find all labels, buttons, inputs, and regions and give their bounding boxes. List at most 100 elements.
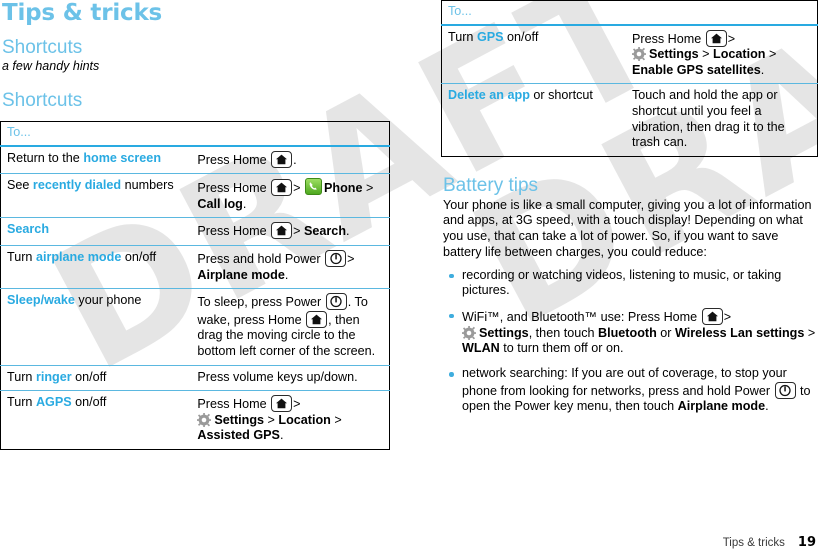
action-enable-gps-label: Enable GPS satellites — [631, 62, 761, 77]
gear-icon — [197, 412, 212, 427]
power-icon — [325, 293, 347, 311]
table-heading-shortcuts: Shortcuts — [2, 90, 83, 111]
action-cell: Press Home > Settings > Location > Assis… — [191, 390, 390, 450]
section-subtitle: a few handy hints — [2, 59, 100, 73]
action-text-tail: . — [279, 428, 284, 443]
action-cell: To sleep, press Power . To wake, press H… — [191, 288, 390, 366]
action-location-label: Location — [713, 47, 766, 62]
separator-gt: > — [293, 397, 301, 412]
wireless-lan-settings-label: Wireless Lan settings — [674, 325, 805, 340]
task-text-plain: Turn — [448, 29, 477, 44]
home-icon — [271, 395, 293, 413]
wlan-label: WLAN — [462, 341, 500, 356]
list-item: recording or watching videos, listening … — [443, 268, 818, 299]
action-cell: Press and hold Power > Airplane mode. — [191, 244, 390, 289]
action-text: Press Home — [197, 152, 267, 167]
separator-gt-3: > — [330, 412, 342, 427]
bullet-text-mid: , then touch — [528, 325, 599, 340]
task-text-highlight: Search — [7, 222, 50, 237]
page-footer: Tips & tricks 19 — [723, 535, 816, 550]
action-cell: Press Home > Settings > Location > Enabl… — [625, 23, 818, 84]
home-icon — [306, 310, 328, 328]
action-text-tail: . — [346, 224, 350, 239]
bluetooth-label: Bluetooth — [598, 325, 657, 340]
shortcuts-table: To... Return to the home screen Press Ho… — [0, 121, 390, 450]
footer-chapter-label: Tips & tricks — [722, 537, 785, 549]
settings-label: Settings — [479, 325, 529, 340]
task-cell: Turn AGPS on/off — [0, 390, 192, 450]
action-text: To sleep, press Power — [197, 295, 322, 310]
home-icon — [271, 179, 293, 197]
task-cell: Sleep/wake your phone — [0, 288, 192, 366]
bullet-text: network searching: If you are out of cov… — [462, 366, 787, 398]
action-text-tail: . — [242, 196, 247, 211]
bullet-text-or: or — [656, 325, 675, 340]
table-row: Turn GPS on/off Press Home > Settings > … — [441, 23, 818, 84]
table-row: See recently dialed numbers Press Home >… — [0, 173, 390, 218]
task-text-highlight: Sleep/wake — [7, 293, 75, 308]
table-row: Delete an app or shortcut Touch and hold… — [441, 83, 818, 157]
action-phone-label: Phone — [324, 181, 363, 196]
bullet-text: recording or watching videos, listening … — [462, 267, 782, 298]
separator-gt: > — [727, 31, 736, 46]
action-cell: Press volume keys up/down. — [191, 364, 390, 391]
gear-icon — [462, 325, 476, 340]
task-cell: Turn GPS on/off — [441, 23, 626, 84]
section-heading-battery: Battery tips — [443, 174, 539, 196]
action-text: Press Home — [197, 181, 267, 196]
task-cell: Return to the home screen — [0, 144, 192, 174]
task-text-plain-2: on/off — [503, 29, 539, 44]
page-title: Tips & tricks — [2, 0, 163, 26]
action-cell: Press Home . — [191, 144, 390, 174]
task-text-plain-2: on/off — [71, 395, 107, 410]
task-text-plain: Turn — [7, 249, 36, 264]
separator-gt: > — [293, 224, 304, 239]
home-icon — [271, 222, 293, 240]
task-text-plain: Turn — [7, 369, 36, 384]
left-column: Tips & tricks Shortcuts a few handy hint… — [0, 0, 390, 450]
airplane-mode-label: Airplane mode — [677, 399, 766, 414]
action-cell: Press Home > Search. — [191, 217, 390, 246]
home-icon — [271, 150, 293, 168]
action-text: Press and hold Power — [197, 251, 321, 266]
action-cell: Press Home > Phone > Call log. — [191, 173, 390, 218]
action-text: Press Home — [197, 224, 267, 239]
table-row: Turn airplane mode on/off Press and hold… — [0, 244, 390, 289]
task-text-plain-2: numbers — [121, 178, 174, 193]
bullet-text: WiFi™, and Bluetooth™ use: Press Home — [462, 309, 698, 324]
task-cell: Delete an app or shortcut — [441, 83, 626, 157]
action-text-tail: . — [293, 152, 297, 167]
table-row: Return to the home screen Press Home . — [0, 144, 390, 174]
task-text-highlight: GPS — [476, 29, 504, 44]
section-heading-shortcuts: Shortcuts — [2, 37, 83, 58]
action-calllog-label: Call log — [197, 196, 243, 211]
table-header-to: To... — [7, 125, 31, 139]
home-icon — [705, 29, 727, 47]
table-header-row: To... — [442, 1, 818, 25]
separator-gt-2: > — [698, 47, 714, 62]
table-row: Turn AGPS on/off Press Home > Settings >… — [0, 390, 390, 450]
shortcuts-table-continued: To... Turn GPS on/off Press Home > Setti… — [441, 0, 818, 157]
table-row: Sleep/wake your phone To sleep, press Po… — [0, 288, 390, 366]
separator-gt-3: > — [765, 47, 777, 62]
table-row: Search Press Home > Search. — [0, 217, 390, 246]
action-location-label: Location — [278, 412, 331, 427]
list-item: WiFi™, and Bluetooth™ use: Press Home > … — [443, 307, 818, 357]
task-text-highlight: Delete an app — [448, 88, 530, 103]
gear-icon — [631, 47, 646, 62]
power-icon — [774, 381, 796, 399]
table-header-row: To... — [1, 122, 390, 146]
separator-gt-2: > — [365, 181, 374, 196]
separator-gt: > — [347, 251, 355, 266]
action-text: Press Home — [631, 31, 702, 46]
action-text-tail: . — [760, 62, 765, 77]
separator-gt-2: > — [804, 325, 816, 340]
right-column: To... Turn GPS on/off Press Home > Setti… — [441, 0, 818, 424]
task-text-plain-2: on/off — [71, 369, 107, 384]
power-icon — [325, 249, 347, 267]
action-search-label: Search — [304, 224, 347, 239]
action-settings-label: Settings — [648, 47, 699, 62]
bullet-text-tail: . — [765, 399, 769, 414]
task-text-highlight: airplane mode — [35, 249, 122, 264]
task-cell: Turn airplane mode on/off — [0, 244, 192, 289]
